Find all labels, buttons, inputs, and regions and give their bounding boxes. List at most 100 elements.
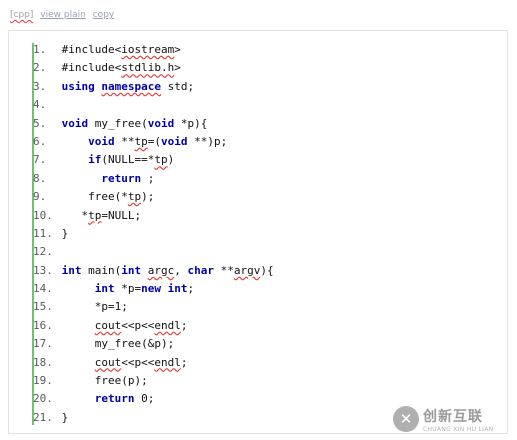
watermark-text: 创新互联 CHUANG XIN HU LIAN: [423, 406, 493, 433]
code-token: new: [141, 282, 161, 296]
code-token: 0;: [134, 392, 155, 406]
code-token: void: [61, 116, 89, 130]
code-token: endl: [154, 355, 181, 369]
code-line: 5. void my_free(void *p){: [33, 115, 503, 133]
code-token: namespace: [101, 79, 161, 93]
code-token: ,: [174, 263, 188, 277]
line-number: 16.: [33, 318, 53, 332]
code-token: void: [88, 134, 115, 148]
code-token: tp: [134, 134, 148, 148]
code-token: }: [55, 226, 69, 240]
code-token: iostream: [121, 43, 175, 56]
code-token: );: [141, 190, 155, 204]
code-token: void: [161, 134, 188, 148]
code-token: int: [94, 282, 115, 296]
code-token: char: [187, 263, 215, 277]
line-number: 10.: [33, 208, 53, 222]
code-token: ){: [260, 263, 274, 277]
code-token: <<p<<: [121, 355, 155, 369]
line-number: 7.: [33, 153, 47, 167]
code-token: free(p);: [55, 374, 148, 388]
code-token: cout: [94, 318, 122, 332]
code-line: 12.: [33, 243, 503, 261]
code-token: return: [101, 171, 142, 185]
code-line: 7. if(NULL==*tp): [33, 151, 503, 169]
line-number: 17.: [33, 337, 53, 351]
line-number: 18.: [33, 355, 53, 369]
code-line: 6. void **tp=(void **)p;: [33, 133, 503, 151]
code-token: using: [61, 79, 95, 93]
code-token: =(: [147, 134, 161, 148]
line-number: 5.: [33, 116, 47, 130]
code-token: *p=1;: [55, 300, 128, 314]
code-token: tp: [88, 208, 102, 222]
code-line: 9. free(*tp);: [33, 188, 503, 206]
code-token: tp: [154, 153, 168, 167]
line-number: 12.: [33, 245, 53, 259]
code-token: ;: [141, 171, 155, 185]
code-token: }: [55, 410, 69, 424]
code-token: =NULL;: [101, 208, 142, 222]
code-token: argc: [147, 263, 175, 277]
line-number: 20.: [33, 392, 53, 406]
line-number: 8.: [33, 171, 47, 185]
code-line: 1. #include<iostream>: [33, 41, 503, 59]
code-token: my_free(&p);: [55, 337, 175, 351]
line-number: 2.: [33, 61, 47, 75]
code-line: 17. my_free(&p);: [33, 335, 503, 353]
line-number: 21.: [33, 410, 53, 424]
code-token: ;: [187, 282, 195, 296]
line-number: 15.: [33, 300, 53, 314]
line-number: 6.: [33, 134, 47, 148]
code-token: void: [147, 116, 175, 130]
code-token: if: [88, 153, 102, 167]
code-token: main(: [81, 263, 122, 277]
code-token: **: [214, 263, 234, 277]
watermark-cn: 创新互联: [423, 408, 483, 425]
code-token: **)p;: [187, 134, 228, 148]
code-token: #include<: [55, 43, 122, 56]
code-line: 2. #include<stdlib.h>: [33, 59, 503, 77]
code-line: 18. cout<<p<<endl;: [33, 354, 503, 372]
code-line: 8. return ;: [33, 170, 503, 188]
code-token: free(*: [55, 190, 128, 204]
line-number: 14.: [33, 282, 53, 296]
code-line: 4.: [33, 96, 503, 114]
line-number: 11.: [33, 226, 53, 240]
watermark-logo-icon: ✕: [393, 406, 419, 432]
code-token: endl: [154, 318, 181, 332]
code-token: ;: [180, 355, 188, 369]
code-line: 19. free(p);: [33, 372, 503, 390]
code-token: *p){: [174, 116, 208, 130]
line-number: 3.: [33, 79, 47, 93]
code-token: tp: [127, 190, 142, 204]
copy-link[interactable]: copy: [93, 7, 115, 23]
code-line: 11. }: [33, 225, 503, 243]
line-number: 1.: [33, 43, 47, 56]
code-token: >: [174, 43, 181, 56]
language-tag: [cpp]: [10, 10, 34, 20]
code-token: int: [167, 282, 188, 296]
code-token: int: [121, 263, 142, 277]
code-token: ;: [180, 318, 188, 332]
code-token: argv: [233, 263, 261, 277]
code-line: 14. int *p=new int;: [33, 280, 503, 298]
view-plain-link[interactable]: view plain: [40, 7, 86, 23]
code-token: #include<: [55, 61, 122, 75]
code-token: return: [94, 392, 135, 406]
line-number: 13.: [33, 263, 53, 277]
code-token: **: [114, 134, 135, 148]
code-token: >: [174, 61, 181, 75]
code-token: ): [167, 153, 175, 167]
watermark-en: CHUANG XIN HU LIAN: [423, 425, 494, 433]
line-number: 19.: [33, 374, 53, 388]
code-token: *: [55, 208, 89, 222]
code-token: *p=: [114, 282, 142, 296]
